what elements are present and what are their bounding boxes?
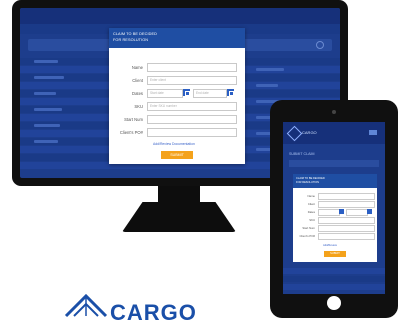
tablet-camera xyxy=(332,110,336,114)
sku-input[interactable]: Enter SKU number xyxy=(147,102,237,111)
tablet-sku-input[interactable] xyxy=(318,217,375,224)
tablet-name-input[interactable] xyxy=(318,193,375,200)
monitor-stand-base xyxy=(122,202,236,232)
logo-text: CARGO xyxy=(110,300,197,325)
tablet-client-input[interactable] xyxy=(318,201,375,208)
start-date-input[interactable]: Start date xyxy=(147,89,183,98)
tablet-client-po-input[interactable] xyxy=(318,233,375,240)
tablet-start-date-input[interactable] xyxy=(318,209,340,216)
calendar-icon[interactable] xyxy=(183,89,190,96)
end-date-input[interactable]: End date xyxy=(193,89,227,98)
field-label-client: Client xyxy=(132,78,143,83)
app-header-bar xyxy=(20,8,340,24)
tablet-header-tab[interactable]: SUBMIT CLAIM xyxy=(289,152,315,156)
tablet-home-button[interactable] xyxy=(327,296,341,310)
client-input[interactable]: Enter client xyxy=(147,76,237,85)
table-cell xyxy=(34,108,62,111)
tablet-brand: CARGO xyxy=(302,130,317,135)
tablet-start-num-input[interactable] xyxy=(318,225,375,232)
tablet-field-label: Client xyxy=(307,202,315,206)
tablet-search-bar[interactable] xyxy=(289,160,379,167)
documentation-link[interactable]: Add/Review Documentation xyxy=(153,142,195,146)
claim-modal: CLAIM TO BE DECIDED FOR RESOLUTION Name … xyxy=(109,28,245,164)
menu-icon[interactable] xyxy=(369,130,377,135)
table-row xyxy=(283,276,385,282)
modal-header: CLAIM TO BE DECIDED FOR RESOLUTION xyxy=(109,28,245,48)
field-label-client-po: Client's PO# xyxy=(119,130,143,135)
field-label-dates: Dates xyxy=(132,91,143,96)
calendar-icon[interactable] xyxy=(339,209,344,214)
tablet-modal-title-line2: FOR RESOLUTION xyxy=(296,181,320,184)
sku-placeholder: Enter SKU number xyxy=(150,104,177,108)
search-icon xyxy=(316,41,324,49)
table-cell xyxy=(34,60,58,63)
table-cell xyxy=(34,92,56,95)
tablet-modal-title-line1: CLAIM TO BE DECIDED xyxy=(296,177,325,180)
tablet-field-label: SKU xyxy=(309,218,315,222)
modal-title-line2: FOR RESOLUTION xyxy=(113,38,149,42)
field-label-name: Name xyxy=(131,65,143,70)
table-row xyxy=(283,284,385,290)
tablet-field-label: Start Num xyxy=(302,226,315,230)
start-num-input[interactable] xyxy=(147,115,237,124)
table-row xyxy=(283,268,385,274)
table-cell xyxy=(256,68,284,71)
tablet-modal-header: CLAIM TO BE DECIDED FOR RESOLUTION xyxy=(293,174,377,188)
tablet-field-label: Dates xyxy=(307,210,315,214)
calendar-icon[interactable] xyxy=(227,89,234,96)
modal-title-line1: CLAIM TO BE DECIDED xyxy=(113,32,157,36)
tablet-submit-button[interactable]: SUBMIT xyxy=(324,251,346,257)
table-cell xyxy=(256,84,278,87)
calendar-icon[interactable] xyxy=(367,209,372,214)
tablet-field-label: Name xyxy=(307,194,315,198)
tablet-documentation-link[interactable]: Add/Review xyxy=(323,244,337,247)
client-po-input[interactable] xyxy=(147,128,237,137)
table-cell xyxy=(34,140,58,143)
field-label-start-num: Start Num xyxy=(124,117,143,122)
logo-icon xyxy=(64,293,108,318)
name-input[interactable] xyxy=(147,63,237,72)
field-label-sku: SKU xyxy=(134,104,143,109)
tablet-claim-modal: CLAIM TO BE DECIDED FOR RESOLUTION Name … xyxy=(293,174,377,262)
start-date-placeholder: Start date xyxy=(150,91,164,95)
table-cell xyxy=(34,124,60,127)
submit-button[interactable]: SUBMIT xyxy=(161,151,193,159)
monitor-stand-neck xyxy=(158,186,200,204)
tablet-screen: CARGO SUBMIT CLAIM CLAIM TO BE DECIDED F… xyxy=(283,122,385,294)
table-cell xyxy=(34,76,64,79)
client-placeholder: Enter client xyxy=(150,78,166,82)
tablet-end-date-input[interactable] xyxy=(346,209,368,216)
end-date-placeholder: End date xyxy=(196,91,209,95)
tablet-field-label: Client's PO# xyxy=(299,234,315,238)
